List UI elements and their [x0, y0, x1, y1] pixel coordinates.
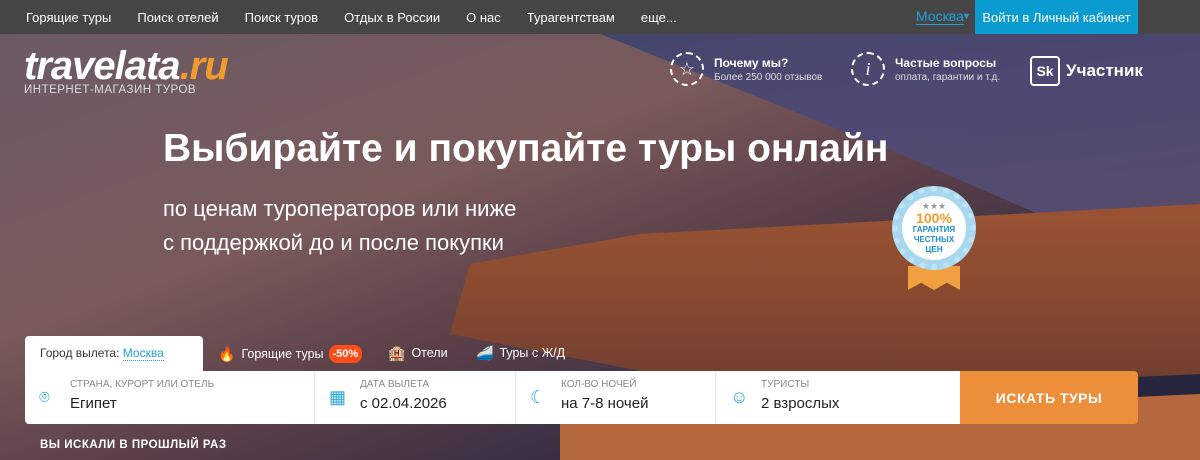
badge-text: ЧЕСТНЫХ	[913, 235, 955, 244]
tab-label: Горящие туры	[241, 347, 324, 361]
info-icon: i	[851, 52, 885, 86]
train-icon: 🚄	[476, 345, 494, 361]
user-icon: ☺	[730, 387, 749, 407]
nav-more[interactable]: еще...	[641, 10, 677, 25]
hotel-icon: 🏨	[388, 345, 406, 361]
nights-input[interactable]: на 7-8 ночей	[561, 395, 648, 413]
hero-title: Выбирайте и покупайте туры онлайн	[163, 127, 889, 170]
hero-subtitle: по ценам туроператоров или ниже с поддер…	[163, 192, 516, 260]
skolkovo-label: Участник	[1066, 61, 1143, 80]
why-us-sub: Более 250 000 отзывов	[714, 71, 823, 83]
nights-field[interactable]: ☾ КОЛ-ВО НОЧЕЙ на 7-8 ночей	[516, 371, 716, 424]
field-label: СТРАНА, КУРОРТ ИЛИ ОТЕЛЬ	[70, 379, 215, 390]
tourists-input[interactable]: 2 взрослых	[761, 395, 839, 413]
previous-searches-heading: ВЫ ИСКАЛИ В ПРОШЛЫЙ РАЗ	[40, 439, 227, 451]
tab-rail-tours[interactable]: 🚄 Туры с Ж/Д	[476, 345, 565, 361]
tab-label: Отели	[411, 346, 448, 360]
skolkovo-badge: Sk Участник	[1030, 56, 1143, 86]
tab-hot-tours[interactable]: 🔥 Горящие туры -50%	[218, 345, 363, 363]
price-guarantee-badge[interactable]: ★★★ 100% ГАРАНТИЯ ЧЕСТНЫХ ЦЕН	[892, 186, 976, 270]
tourists-field[interactable]: ☺ ТУРИСТЫ 2 взрослых	[716, 371, 960, 424]
why-us-title: Почему мы?	[714, 55, 789, 70]
logo-text: travelata	[24, 44, 181, 88]
nav-about[interactable]: О нас	[466, 10, 501, 25]
faq-sub: оплата, гарантии и т.д.	[895, 71, 1001, 83]
login-button[interactable]: Войти в Личный кабинет	[975, 0, 1138, 34]
faq-title: Частые вопросы	[895, 55, 997, 70]
location-pin-icon: ⌾	[39, 387, 50, 407]
chevron-down-icon[interactable]: ▼	[962, 11, 971, 21]
faq-link[interactable]: i Частые вопросы оплата, гарантии и т.д.	[851, 52, 1000, 86]
hero-subtitle-line: с поддержкой до и после покупки	[163, 230, 504, 255]
search-form: ⌾ СТРАНА, КУРОРТ ИЛИ ОТЕЛЬ Египет ▦ ДАТА…	[25, 371, 960, 424]
destination-input[interactable]: Египет	[70, 395, 117, 413]
destination-field[interactable]: ⌾ СТРАНА, КУРОРТ ИЛИ ОТЕЛЬ Египет	[25, 371, 315, 424]
nav-agencies[interactable]: Турагентствам	[527, 10, 615, 25]
field-label: КОЛ-ВО НОЧЕЙ	[561, 379, 637, 390]
nav-hot-tours[interactable]: Горящие туры	[26, 10, 111, 25]
tab-label: Туры с Ж/Д	[499, 346, 566, 360]
nav-hotel-search[interactable]: Поиск отелей	[137, 10, 218, 25]
nav-tour-search[interactable]: Поиск туров	[245, 10, 318, 25]
discount-badge: -50%	[328, 345, 363, 363]
tab-departure-city[interactable]: Город вылета: Москва	[25, 336, 203, 374]
departure-label: Город вылета:	[40, 346, 120, 360]
date-input[interactable]: с 02.04.2026	[360, 395, 447, 413]
logo-domain: .ru	[179, 44, 229, 88]
field-label: ТУРИСТЫ	[761, 379, 810, 390]
tab-hotels[interactable]: 🏨 Отели	[388, 345, 448, 361]
nav-russia[interactable]: Отдых в России	[344, 10, 440, 25]
badge-percent: 100%	[916, 210, 952, 226]
logo[interactable]: travelata.ru ИНТЕРНЕТ-МАГАЗИН ТУРОВ	[24, 44, 229, 96]
moon-icon: ☾	[530, 387, 547, 407]
departure-city-select[interactable]: Москва	[122, 346, 164, 361]
date-field[interactable]: ▦ ДАТА ВЫЛЕТА с 02.04.2026	[315, 371, 516, 424]
why-us-link[interactable]: ☆ Почему мы? Более 250 000 отзывов	[670, 52, 822, 86]
search-button[interactable]: ИСКАТЬ ТУРЫ	[960, 371, 1138, 424]
hero-subtitle-line: по ценам туроператоров или ниже	[163, 196, 517, 221]
skolkovo-logo-icon: Sk	[1030, 56, 1060, 86]
field-label: ДАТА ВЫЛЕТА	[360, 379, 430, 390]
city-selector[interactable]: Москва	[916, 8, 964, 25]
calendar-icon: ▦	[329, 387, 347, 407]
star-icon: ☆	[670, 52, 704, 86]
badge-text: ГАРАНТИЯ	[912, 225, 956, 234]
fire-icon: 🔥	[218, 346, 236, 362]
badge-text: ЦЕН	[925, 245, 943, 254]
